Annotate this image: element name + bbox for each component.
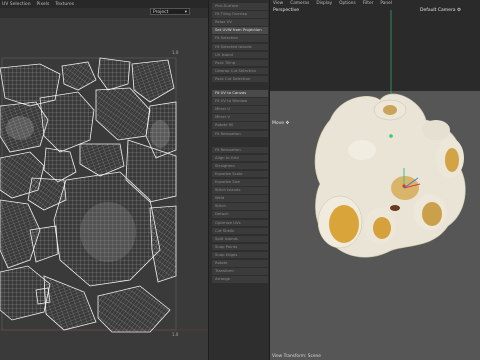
sculpt-object[interactable]: [314, 93, 466, 258]
command-item[interactable]: Rotate: [212, 260, 268, 267]
command-item[interactable]: Arrange: [212, 276, 268, 283]
command-item[interactable]: Detach: [212, 211, 268, 218]
viewport-3d[interactable]: View Cameras Display Options Filter Pane…: [270, 0, 480, 360]
mode-select[interactable]: Project ▾: [150, 8, 190, 15]
command-item[interactable]: Align to Grid: [212, 154, 268, 162]
command-item[interactable]: Optimize UVs: [212, 219, 268, 226]
command-item[interactable]: Pack Tiling: [212, 59, 268, 67]
command-item[interactable]: Fit Relaxation: [212, 130, 268, 137]
uv-toolbar: Project ▾: [0, 8, 208, 18]
command-item[interactable]: Fit Relaxation: [212, 146, 268, 154]
command-item[interactable]: Pack Cut Selection: [212, 75, 268, 83]
viewport-scene: View Transform: Scene: [272, 10, 466, 359]
command-item[interactable]: Mirror V: [212, 114, 268, 121]
command-item[interactable]: Straighten: [212, 162, 268, 170]
command-item[interactable]: Weld: [212, 195, 268, 202]
command-item[interactable]: Stitch Islands: [212, 187, 268, 194]
command-item[interactable]: Mirror U: [212, 106, 268, 113]
command-item[interactable]: UV Island: [212, 51, 268, 59]
command-item[interactable]: Pick-Surface: [212, 3, 268, 10]
command-item[interactable]: Equalize Size: [212, 179, 268, 186]
uv-editor-panel[interactable]: UV Selection Pixels Textures Project ▾ 1…: [0, 0, 208, 360]
command-item[interactable]: Fit Selected Islands: [212, 43, 268, 50]
command-item[interactable]: Cut Shells: [212, 227, 268, 235]
uv-menubar: UV Selection Pixels Textures: [0, 0, 208, 8]
command-item[interactable]: Split Islands: [212, 235, 268, 243]
command-item[interactable]: Fit UV to Window: [212, 98, 268, 105]
command-item[interactable]: Fit UV to Canvas: [212, 90, 268, 97]
uv-menu-pixels[interactable]: Pixels: [37, 2, 50, 7]
uv-corner-bottom: 1.0: [172, 332, 179, 337]
command-item[interactable]: Snap Points: [212, 243, 268, 251]
uv-menu-textures[interactable]: Textures: [55, 2, 74, 7]
uv-islands: [0, 57, 177, 333]
uv-menu-selection[interactable]: UV Selection: [2, 2, 31, 7]
command-item[interactable]: Relax UV: [212, 19, 268, 26]
chevron-down-icon: ▾: [184, 10, 187, 15]
uv-command-panel: Pick-Surface Fit Tiling Overlap Relax UV Se…: [208, 0, 270, 360]
command-item[interactable]: Equalize Scale: [212, 170, 268, 178]
command-item[interactable]: Stitch: [212, 203, 268, 210]
command-item[interactable]: Fit Tiling Overlap: [212, 11, 268, 18]
command-item[interactable]: Rotate 90: [212, 122, 268, 129]
command-item[interactable]: Unwrap Cut Selection: [212, 67, 268, 75]
viewport-status: View Transform: Scene: [272, 353, 321, 359]
command-item[interactable]: Transform: [212, 268, 268, 275]
mode-select-value: Project: [153, 10, 169, 15]
command-item[interactable]: Fit Selection: [212, 35, 268, 42]
uv-canvas[interactable]: 1.0 1.0: [0, 40, 208, 360]
uv-corner-top: 1.0: [172, 50, 179, 55]
command-item[interactable]: Snap Edges: [212, 251, 268, 259]
command-item[interactable]: Set UVW from Projection: [212, 27, 268, 34]
